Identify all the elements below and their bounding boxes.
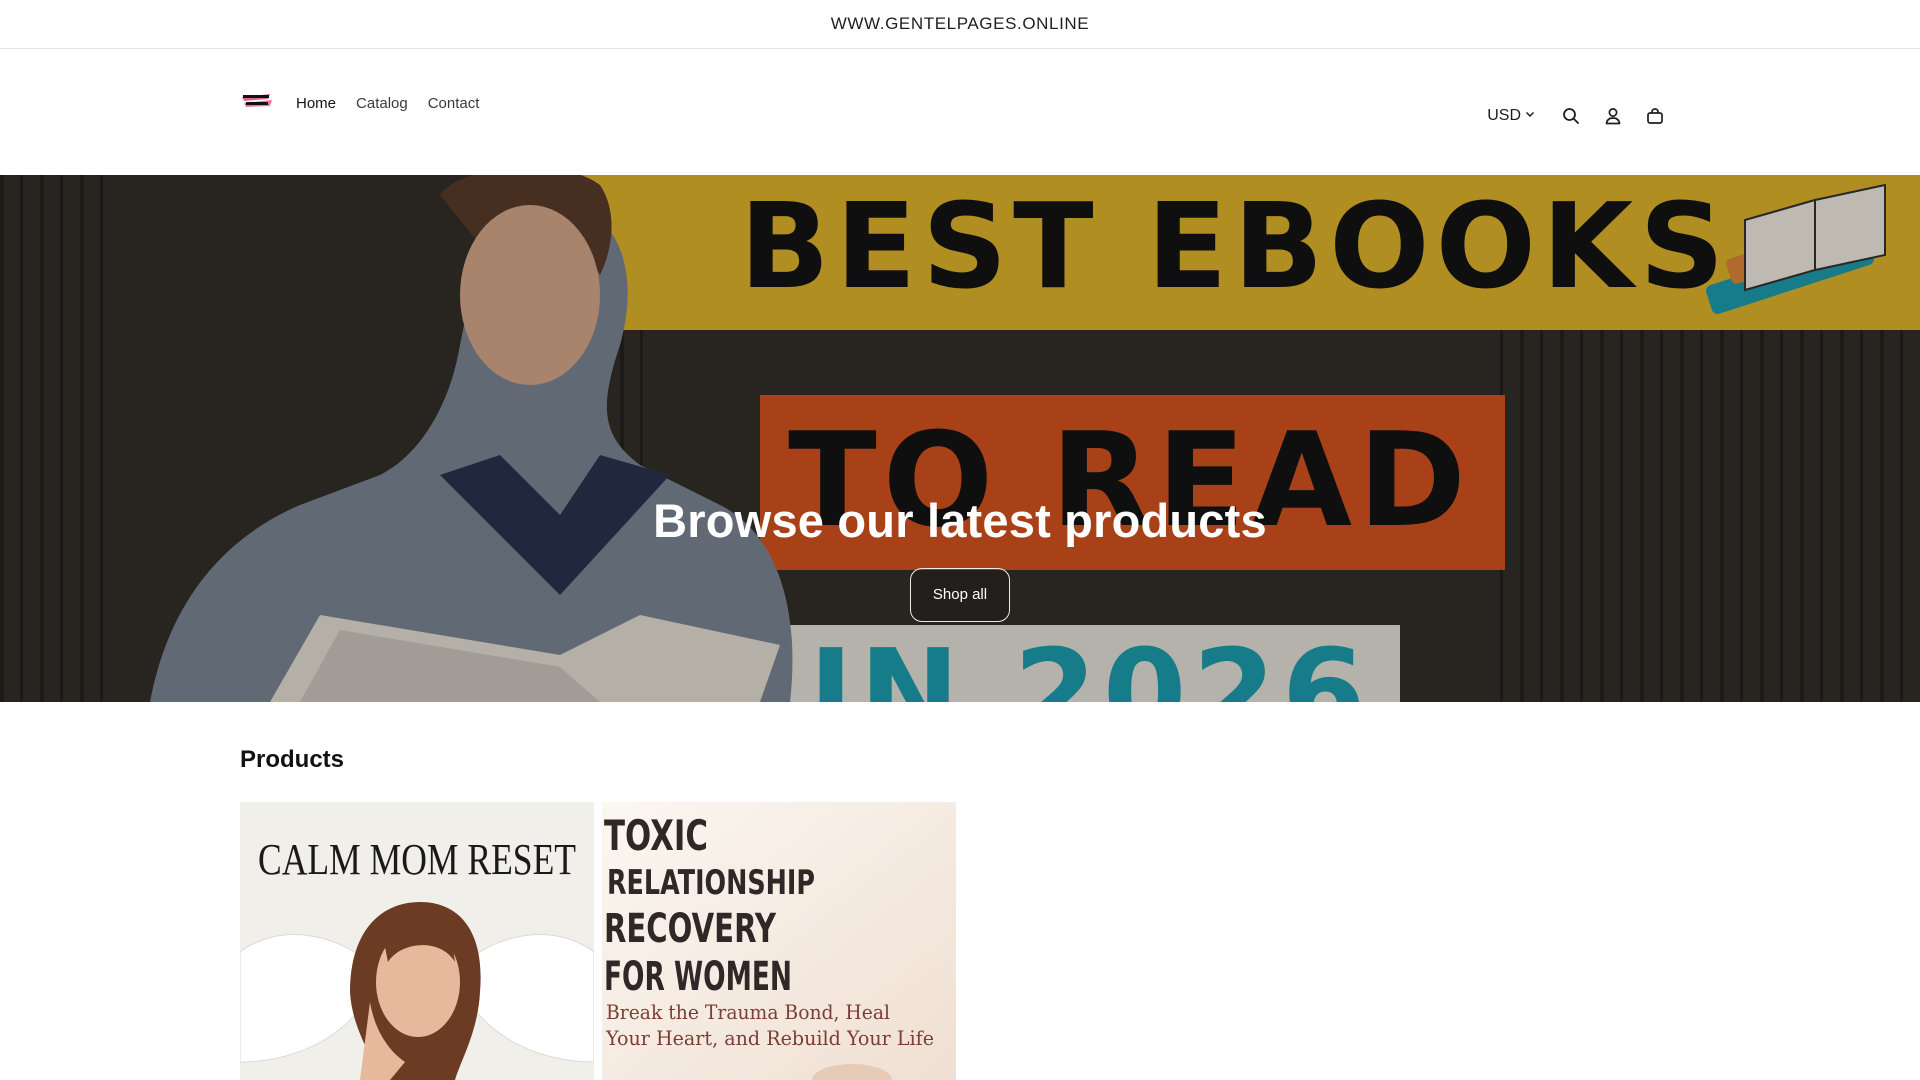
product-image: TOXIC RELATIONSHIP RECOVERY FOR WOMEN Br… <box>602 802 956 1080</box>
nav-catalog[interactable]: Catalog <box>356 95 408 112</box>
currency-label: USD <box>1487 107 1521 124</box>
shop-all-button[interactable]: Shop all <box>910 568 1010 622</box>
cover-title-line-1: TOXIC <box>604 811 708 860</box>
cover-title-line-2: RELATIONSHIP <box>607 863 815 903</box>
product-card[interactable]: CALM MOM RESET <box>240 802 594 1080</box>
cover-title-line-4: FOR WOMEN <box>604 954 792 1000</box>
cart-icon[interactable] <box>1634 101 1676 131</box>
search-icon[interactable] <box>1550 101 1592 131</box>
currency-selector[interactable]: USD <box>1487 107 1536 125</box>
logo[interactable] <box>240 91 274 111</box>
site-header: Home Catalog Contact USD <box>0 49 1920 175</box>
account-icon[interactable] <box>1592 101 1634 131</box>
cover-subtitle-line-2: Your Heart, and Rebuild Your Life <box>605 1026 934 1050</box>
products-heading: Products <box>240 746 345 773</box>
chevron-down-icon <box>1524 107 1536 125</box>
cover-subtitle-line-1: Break the Trauma Bond, Heal <box>606 1000 890 1024</box>
product-grid: CALM MOM RESET TOXIC RELATIONSHIP RECOVE… <box>240 802 956 1080</box>
nav-contact[interactable]: Contact <box>428 95 480 112</box>
product-image: CALM MOM RESET <box>240 802 594 1080</box>
cover-title-line-3: RECOVERY <box>604 906 777 952</box>
hero-overlay <box>0 175 1920 702</box>
header-actions: USD <box>1487 101 1676 131</box>
cover-title: CALM MOM RESET <box>258 835 576 884</box>
hero-title: Browse our latest products <box>653 494 1267 547</box>
main-nav: Home Catalog Contact <box>296 95 479 112</box>
announcement-text: WWW.GENTELPAGES.ONLINE <box>830 14 1090 33</box>
nav-home[interactable]: Home <box>296 95 336 112</box>
hero-banner: BEST EBOOKS TO READ IN 2026 Browse our l… <box>0 175 1920 702</box>
announcement-bar: WWW.GENTELPAGES.ONLINE <box>0 0 1920 49</box>
product-card[interactable]: TOXIC RELATIONSHIP RECOVERY FOR WOMEN Br… <box>602 802 956 1080</box>
hero-content: Browse our latest products Shop all <box>0 493 1920 622</box>
